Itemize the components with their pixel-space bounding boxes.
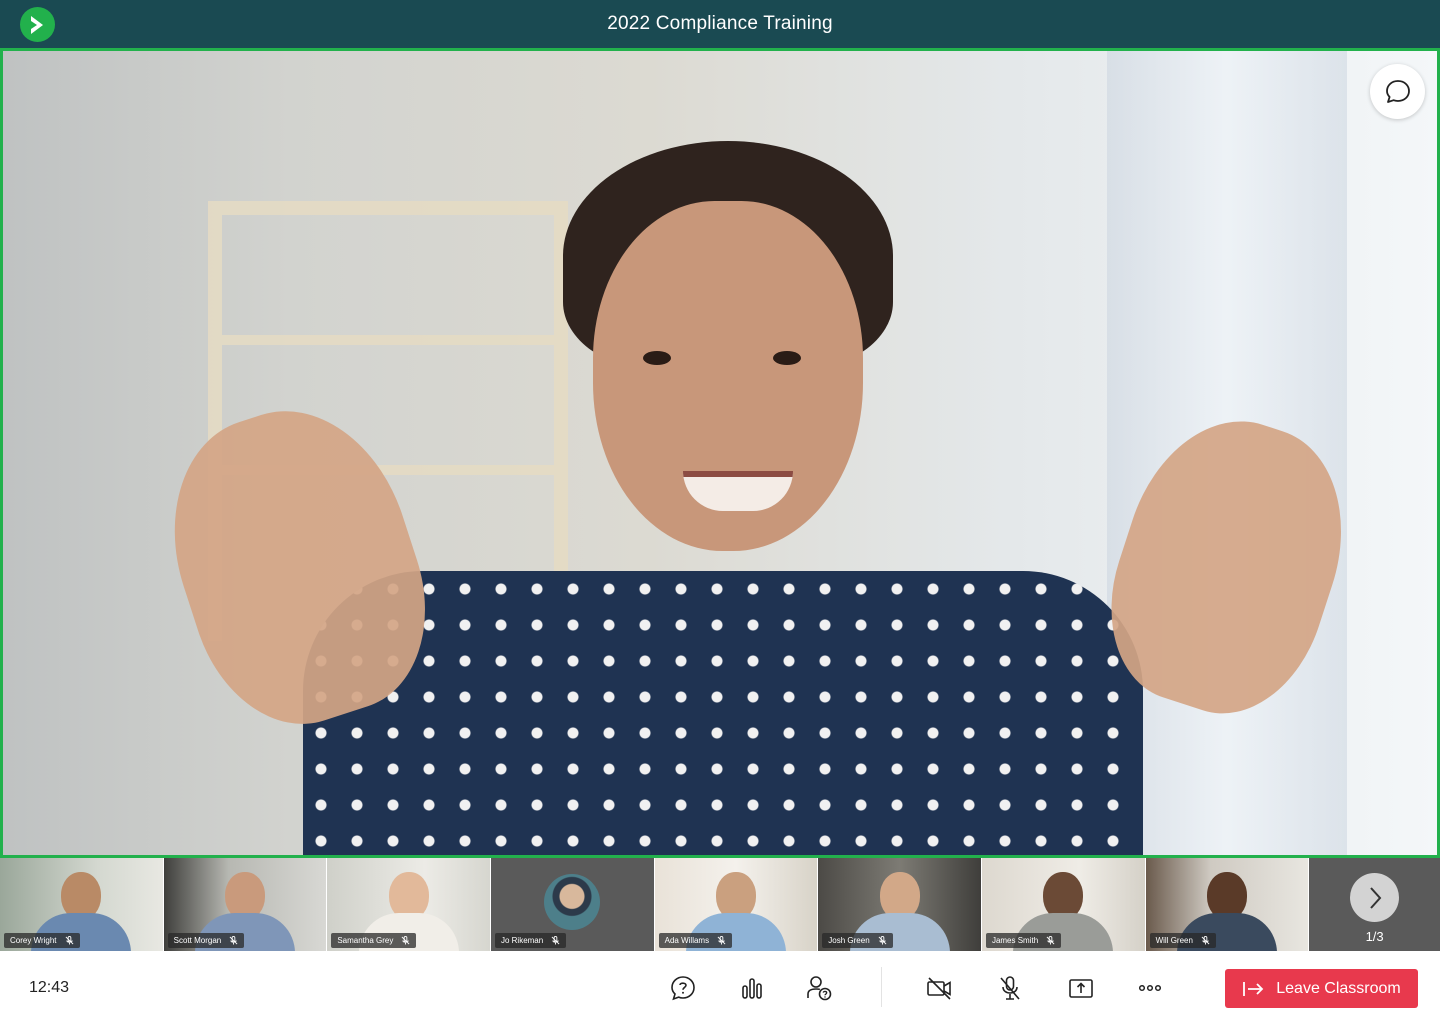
mic-muted-icon: [1046, 936, 1055, 945]
bottom-toolbar: 12:43 Leave Classroom: [0, 951, 1440, 1024]
participant-tile[interactable]: Josh Green: [818, 858, 982, 951]
chat-bubble-icon: [1385, 79, 1410, 103]
poll-chart-icon: [742, 978, 762, 999]
chevron-right-icon: [1370, 886, 1382, 909]
participant-name-tag: Josh Green: [822, 933, 893, 948]
participant-name: Ada Willams: [664, 936, 710, 945]
exit-icon: [1243, 981, 1264, 996]
participant-name-tag: Will Green: [1149, 933, 1216, 948]
chat-button[interactable]: [1370, 64, 1425, 119]
leave-classroom-button[interactable]: Leave Classroom: [1225, 969, 1418, 1008]
page-indicator: 1/3: [1365, 929, 1384, 944]
participant-name: Corey Wright: [10, 936, 57, 945]
mic-muted-icon: [717, 936, 726, 945]
leave-classroom-label: Leave Classroom: [1276, 979, 1401, 997]
participant-tile[interactable]: James Smith: [981, 858, 1146, 951]
participant-name-tag: Corey Wright: [4, 933, 80, 948]
participant-name: Jo Rikeman: [500, 936, 544, 945]
participant-pager: 1/3: [1309, 858, 1440, 951]
share-screen-icon: [1069, 979, 1093, 998]
mic-muted-icon: [229, 936, 238, 945]
participant-questions-button[interactable]: [804, 973, 834, 1003]
presenter-shirt: [303, 571, 1143, 855]
participant-tile[interactable]: Scott Morgan: [163, 858, 328, 951]
presenter-eye: [643, 351, 671, 365]
participant-name: Will Green: [1155, 936, 1193, 945]
participant-name: James Smith: [991, 936, 1039, 945]
participant-name: Scott Morgan: [173, 936, 222, 945]
poll-button[interactable]: [737, 973, 767, 1003]
more-options-button[interactable]: [1135, 973, 1165, 1003]
mic-toggle-button[interactable]: [995, 973, 1025, 1003]
participant-tile[interactable]: Jo Rikeman: [490, 858, 655, 951]
participant-tile[interactable]: Samantha Grey: [327, 858, 491, 951]
presenter-eye: [773, 351, 801, 365]
participant-tile[interactable]: Ada Willams: [654, 858, 819, 951]
mic-muted-icon: [65, 936, 73, 945]
participant-name-tag: Jo Rikeman: [494, 933, 567, 948]
top-bar: 2022 Compliance Training: [0, 0, 1440, 48]
page-title: 2022 Compliance Training: [607, 13, 833, 34]
toolbar-divider: [881, 967, 882, 1007]
participant-name-tag: Samantha Grey: [331, 933, 417, 948]
camera-toggle-button[interactable]: [924, 973, 954, 1003]
participant-name-tag: James Smith: [985, 933, 1062, 948]
participant-question-icon: [807, 976, 832, 1001]
next-page-button[interactable]: [1350, 873, 1400, 922]
play-arrow-icon[interactable]: [20, 7, 55, 42]
main-video-feed: [0, 48, 1440, 858]
participant-name-tag: Ada Willams: [658, 933, 733, 948]
mic-muted-icon: [551, 936, 560, 945]
question-icon: [671, 976, 695, 1001]
share-screen-button[interactable]: [1066, 973, 1096, 1003]
mic-muted-icon: [878, 936, 887, 945]
camera-off-icon: [927, 977, 951, 1000]
participant-name: Samantha Grey: [337, 936, 394, 945]
participant-tile[interactable]: Will Green: [1145, 858, 1310, 951]
participant-name-tag: Scott Morgan: [167, 933, 245, 948]
mic-muted-icon: [401, 936, 410, 945]
more-icon: [1138, 984, 1162, 992]
session-time: 12:43: [29, 979, 70, 996]
mic-muted-icon: [1201, 936, 1210, 945]
question-button[interactable]: [668, 973, 698, 1003]
participant-tile[interactable]: Corey Wright: [0, 858, 164, 951]
mic-off-icon: [1000, 976, 1020, 1000]
participant-strip: Corey Wright Scott Morgan Samantha Grey …: [0, 858, 1440, 951]
participant-name: Josh Green: [828, 936, 870, 945]
participant-avatar: [543, 874, 600, 930]
